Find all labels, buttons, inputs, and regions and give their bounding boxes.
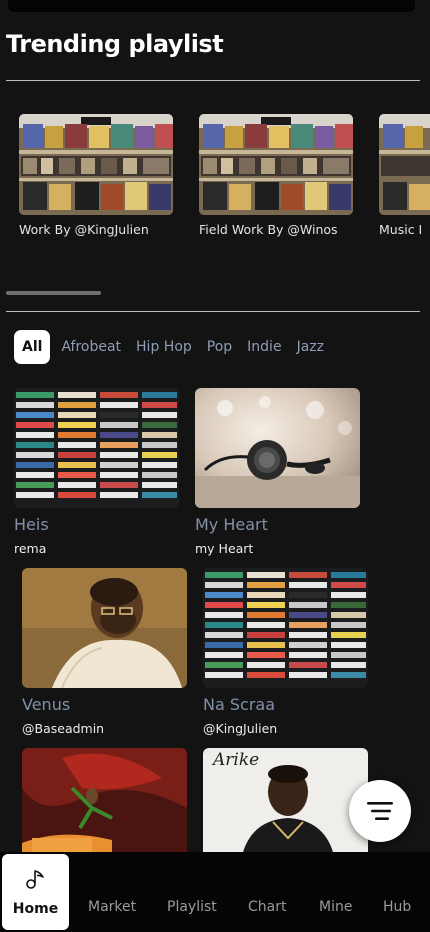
trending-label: Music I — [379, 222, 423, 237]
genre-tab-pop[interactable]: Pop — [207, 339, 232, 355]
trending-carousel[interactable]: Work By @KingJulien Field Work By @Winos… — [19, 114, 430, 244]
song-cover — [203, 568, 368, 688]
song-cover — [22, 748, 187, 852]
trending-card[interactable]: Work By @KingJulien — [19, 114, 173, 237]
carousel-scroll-indicator[interactable] — [6, 291, 101, 295]
genre-tab-indie[interactable]: Indie — [247, 339, 281, 355]
song-title: Na Scraa — [203, 695, 275, 714]
song-artist: @KingJulien — [203, 721, 278, 736]
genre-tabs: All Afrobeat Hip Hop Pop Indie Jazz — [14, 329, 339, 365]
bottom-nav: Home Market Playlist Chart Mine Hub — [0, 852, 430, 932]
nav-market[interactable]: Market — [88, 899, 136, 915]
menu-fab-button[interactable] — [349, 780, 411, 842]
song-artist: my Heart — [195, 541, 254, 556]
nav-hub[interactable]: Hub — [383, 899, 411, 915]
song-artist: @Baseadmin — [22, 721, 105, 736]
trending-label: Field Work By @Winos — [199, 222, 338, 237]
song-cover — [22, 568, 187, 688]
album-signature: Arike — [213, 750, 260, 770]
song-card[interactable]: Arike — [203, 748, 368, 852]
top-bar — [8, 0, 415, 12]
trending-thumbnail — [379, 114, 430, 215]
trending-thumbnail — [19, 114, 173, 215]
trending-thumbnail — [199, 114, 353, 215]
music-note-icon — [26, 870, 44, 889]
nav-mine[interactable]: Mine — [319, 899, 352, 915]
genre-tab-jazz[interactable]: Jazz — [297, 339, 324, 355]
genre-tab-afrobeat[interactable]: Afrobeat — [61, 339, 121, 355]
genre-tab-all[interactable]: All — [14, 330, 51, 364]
nav-playlist[interactable]: Playlist — [167, 899, 217, 915]
nav-home-label: Home — [12, 901, 59, 917]
page-title: Trending playlist — [6, 30, 224, 58]
song-title: Venus — [22, 695, 71, 714]
nav-home[interactable]: Home — [2, 854, 69, 930]
song-card[interactable]: Heis rema — [14, 388, 179, 556]
trending-label: Work By @KingJulien — [19, 222, 149, 237]
trending-card[interactable]: Field Work By @Winos — [199, 114, 353, 237]
song-cover — [195, 388, 360, 508]
song-card[interactable]: My Heart my Heart — [195, 388, 360, 556]
song-cover — [14, 388, 179, 508]
section-divider — [6, 311, 420, 312]
nav-chart[interactable]: Chart — [248, 899, 286, 915]
song-artist: rema — [14, 541, 47, 556]
song-card[interactable]: Na Scraa @KingJulien — [203, 568, 368, 736]
song-card[interactable]: Venus @Baseadmin — [22, 568, 187, 736]
genre-tab-hip-hop[interactable]: Hip Hop — [136, 339, 192, 355]
menu-lines-icon — [367, 802, 393, 820]
song-title: Heis — [14, 515, 49, 534]
song-card[interactable] — [22, 748, 187, 852]
trending-card[interactable]: Music I — [379, 114, 430, 237]
title-divider — [6, 80, 420, 81]
song-title: My Heart — [195, 515, 268, 534]
